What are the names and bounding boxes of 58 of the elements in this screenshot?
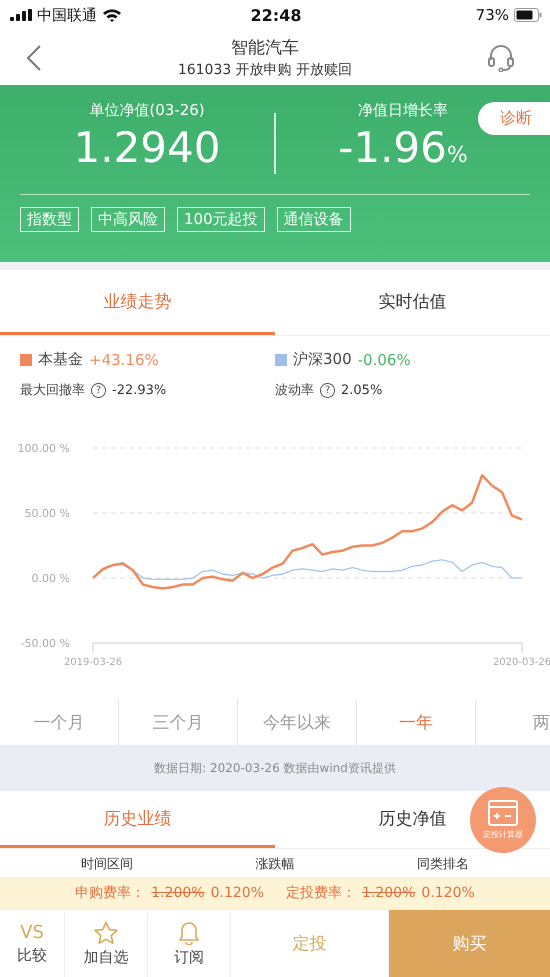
metric-value: -22.93% — [112, 382, 166, 398]
y-axis-label: 0.00 % — [32, 572, 70, 585]
help-icon[interactable]: ? — [91, 382, 106, 398]
help-icon[interactable]: ? — [320, 382, 335, 398]
discounted-fee: 0.120% — [421, 885, 475, 901]
fund-tag: 通信设备 — [276, 207, 351, 232]
fee-label: 申购费率： — [75, 884, 146, 902]
clock-time: 22:48 — [250, 6, 302, 24]
legend-return: +43.16% — [89, 350, 159, 368]
section-tab[interactable]: 实时估值 — [275, 270, 550, 335]
column-header: 同类排名 — [416, 856, 469, 873]
headset-icon[interactable] — [488, 44, 514, 72]
period-tab[interactable]: 两 — [476, 700, 550, 745]
x-axis-label: 2019-03-26 — [64, 657, 122, 668]
discounted-fee: 0.120% — [210, 885, 264, 901]
fund-tag: 中高风险 — [91, 207, 165, 232]
page-title: 智能汽车 — [231, 37, 299, 59]
original-fee: 1.200% — [362, 885, 416, 901]
fund-tag: 100元起投 — [177, 207, 265, 232]
growth-label: 净值日增长率 — [358, 101, 448, 120]
wifi-icon — [102, 8, 122, 22]
fund-subtitle: 161033 开放申购 开放赎回 — [178, 61, 352, 79]
compare-button[interactable]: VS 比较 — [0, 910, 65, 977]
calculator-icon — [488, 800, 518, 826]
fund-tag: 指数型 — [20, 207, 79, 232]
y-axis-label: 100.00 % — [18, 442, 70, 455]
battery-percent: 73% — [476, 6, 509, 24]
legend-name: 本基金 — [38, 350, 83, 369]
y-axis-label: -50.00 % — [20, 637, 70, 650]
subscribe-button[interactable]: 订阅 — [148, 910, 231, 977]
battery-icon — [514, 8, 542, 22]
back-icon[interactable] — [26, 44, 42, 72]
growth-value: -1.96% — [338, 124, 468, 172]
metric-label: 波动率 — [275, 382, 314, 399]
x-axis-label: 2020-03-26 — [492, 657, 550, 668]
column-header: 时间区间 — [81, 856, 134, 873]
diagnose-button[interactable]: 诊断 — [478, 102, 550, 135]
metric-value: 2.05% — [341, 382, 382, 398]
y-axis-label: 50.00 % — [24, 507, 70, 520]
section-tab[interactable]: 历史业绩 — [0, 791, 275, 848]
metric-label: 最大回撤率 — [20, 382, 85, 399]
legend-return: -0.06% — [358, 350, 411, 368]
data-source-note: 数据日期: 2020-03-26 数据由wind资讯提供 — [0, 745, 550, 791]
vs-icon: VS — [20, 922, 44, 943]
bell-icon — [178, 920, 200, 944]
original-fee: 1.200% — [151, 885, 205, 901]
section-tab[interactable]: 业绩走势 — [0, 270, 275, 335]
star-icon — [93, 920, 119, 944]
nav-value: 1.2940 — [74, 124, 220, 172]
carrier-name: 中国联通 — [37, 6, 97, 24]
watchlist-button[interactable]: 加自选 — [65, 910, 148, 977]
legend-name: 沪深300 — [293, 350, 352, 369]
nav-label: 单位净值(03-26) — [89, 101, 205, 120]
fee-label: 定投费率： — [286, 884, 356, 902]
signal-icon — [10, 9, 32, 21]
column-header: 涨跌幅 — [255, 856, 294, 873]
buy-button[interactable]: 购买 — [389, 910, 550, 977]
calculator-button[interactable]: 定投计算器 — [470, 787, 536, 853]
